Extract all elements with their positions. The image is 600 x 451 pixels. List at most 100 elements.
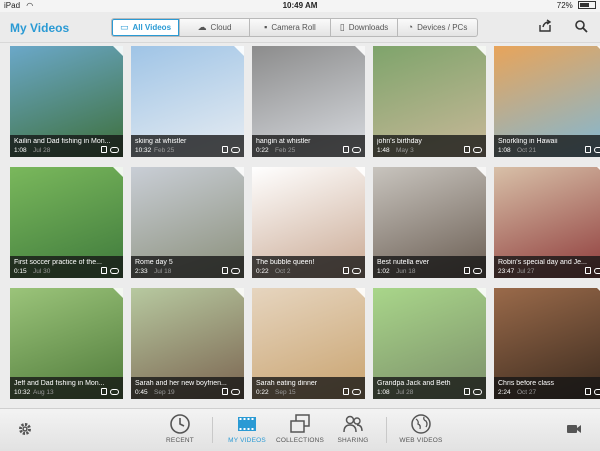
- video-tile[interactable]: Snorkling in Hawaii 1:08 Oct 21: [494, 46, 600, 157]
- nav-my-videos[interactable]: MY VIDEOS: [219, 413, 275, 449]
- video-duration: 23:47: [498, 268, 515, 275]
- tab-label: Devices / PCs: [417, 23, 468, 32]
- video-duration: 10:32: [135, 147, 152, 154]
- corner-fold-icon: [113, 288, 123, 298]
- nav-label: MY VIDEOS: [228, 437, 266, 444]
- video-status-icons: [343, 146, 361, 153]
- video-caption: hangin at whistler 0:22 Feb 25: [252, 135, 365, 157]
- video-duration: 0:45: [135, 389, 148, 396]
- video-date: Jul 27: [517, 268, 535, 275]
- device-icon: [222, 146, 228, 153]
- gear-icon[interactable]: [17, 421, 33, 437]
- cloud-icon: [352, 389, 361, 395]
- device-icon: [585, 267, 591, 274]
- device-icon: [464, 388, 470, 395]
- video-tile[interactable]: Sarah eating dinner 0:22 Sep 15: [252, 288, 365, 399]
- corner-fold-icon: [355, 167, 365, 177]
- sharing-icon: [343, 415, 363, 433]
- page-title: My Videos: [10, 21, 70, 35]
- cloud-icon: [473, 268, 482, 274]
- video-title: The bubble queen!: [256, 259, 315, 266]
- nav-collections[interactable]: COLLECTIONS: [272, 413, 328, 449]
- video-status-icons: [222, 388, 240, 395]
- video-duration: 0:15: [14, 268, 27, 275]
- video-tile[interactable]: Rome day 5 2:33 Jul 18: [131, 167, 244, 278]
- device-icon: [464, 146, 470, 153]
- video-caption: The bubble queen! 0:22 Oct 2: [252, 256, 365, 278]
- tab-label: Camera Roll: [271, 23, 316, 32]
- video-caption: skiing at whistler 10:32 Feb 25: [131, 135, 244, 157]
- search-icon[interactable]: [574, 19, 588, 33]
- video-date: Jul 28: [396, 389, 414, 396]
- video-tile[interactable]: Grandpa Jack and Beth 1:08 Jul 28: [373, 288, 486, 399]
- tab-label: All Videos: [132, 23, 172, 32]
- video-tile[interactable]: Jeff and Dad fishing in Mon... 10:32 Aug 1…: [10, 288, 123, 399]
- video-status-icons: [464, 146, 482, 153]
- video-title: Sarah and her new boyfrien...: [135, 380, 227, 387]
- cloud-icon: [110, 147, 119, 153]
- video-caption: Chris before class 2:24 Oct 27: [494, 377, 600, 399]
- corner-fold-icon: [113, 167, 123, 177]
- video-tile[interactable]: Sarah and her new boyfrien... 0:45 Sep 19: [131, 288, 244, 399]
- video-caption: Best nutella ever 1:02 Jun 18: [373, 256, 486, 278]
- video-title: Best nutella ever: [377, 259, 430, 266]
- tab-devices-pcs[interactable]: ◔ Devices / PCs: [398, 18, 478, 37]
- video-status-icons: [343, 267, 361, 274]
- video-date: Oct 21: [517, 147, 537, 154]
- video-tile[interactable]: The bubble queen! 0:22 Oct 2: [252, 167, 365, 278]
- cloud-icon: [352, 268, 361, 274]
- video-tile[interactable]: skiing at whistler 10:32 Feb 25: [131, 46, 244, 157]
- cloud-icon: [473, 147, 482, 153]
- tab-camera-roll[interactable]: ▪ Camera Roll: [250, 18, 331, 37]
- video-title: First soccer practice of the...: [14, 259, 102, 266]
- video-title: hangin at whistler: [256, 138, 311, 145]
- tab-cloud[interactable]: ☁ Cloud: [180, 18, 250, 37]
- video-duration: 2:33: [135, 268, 148, 275]
- video-tile[interactable]: First soccer practice of the... 0:15 Jul 3…: [10, 167, 123, 278]
- bottom-nav-bar: RECENT MY VIDEOS COLLECTIONS SHARING WEB…: [0, 408, 600, 451]
- device-icon: [222, 267, 228, 274]
- corner-fold-icon: [234, 167, 244, 177]
- nav-label: RECENT: [166, 437, 194, 444]
- video-camera-icon[interactable]: [566, 423, 582, 435]
- video-title: Robin's special day and Je...: [498, 259, 587, 266]
- video-tile[interactable]: Robin's special day and Je... 23:47 Jul 27: [494, 167, 600, 278]
- video-title: Chris before class: [498, 380, 555, 387]
- video-status-icons: [464, 388, 482, 395]
- globe-icon: [411, 414, 431, 434]
- video-tile[interactable]: Kailin and Dad fishing in Mon... 1:08 Jul …: [10, 46, 123, 157]
- video-duration: 0:22: [256, 268, 269, 275]
- tab-downloads[interactable]: ▯ Downloads: [331, 18, 398, 37]
- corner-fold-icon: [234, 46, 244, 56]
- cloud-icon: [473, 389, 482, 395]
- video-title: Jeff and Dad fishing in Mon...: [14, 380, 105, 387]
- corner-fold-icon: [476, 288, 486, 298]
- nav-web-videos[interactable]: WEB VIDEOS: [393, 413, 449, 449]
- tab-label: Downloads: [348, 23, 389, 32]
- device-icon: [464, 267, 470, 274]
- video-tile[interactable]: hangin at whistler 0:22 Feb 25: [252, 46, 365, 157]
- nav-divider: [212, 417, 213, 443]
- status-right: 72%: [557, 1, 596, 10]
- device-icon: [585, 146, 591, 153]
- cloud-icon: [110, 389, 119, 395]
- nav-recent[interactable]: RECENT: [152, 413, 208, 449]
- nav-label: WEB VIDEOS: [399, 437, 443, 444]
- video-caption: Robin's special day and Je... 23:47 Jul 27: [494, 256, 600, 278]
- nav-sharing[interactable]: SHARING: [325, 413, 381, 449]
- share-icon[interactable]: [538, 19, 552, 33]
- video-date: Oct 27: [517, 389, 537, 396]
- tab-all-videos[interactable]: ▭ All Videos: [111, 18, 180, 37]
- download-icon: ▯: [339, 22, 345, 32]
- video-duration: 1:08: [377, 389, 390, 396]
- video-duration: 1:02: [377, 268, 390, 275]
- video-duration: 10:32: [14, 389, 31, 396]
- video-title: Sarah eating dinner: [256, 380, 318, 387]
- nav-label: SHARING: [337, 437, 369, 444]
- video-status-icons: [585, 267, 600, 274]
- tab-label: Cloud: [210, 23, 232, 32]
- video-tile[interactable]: john's birthday 1:48 May 3: [373, 46, 486, 157]
- video-tile[interactable]: Chris before class 2:24 Oct 27: [494, 288, 600, 399]
- video-tile[interactable]: Best nutella ever 1:02 Jun 18: [373, 167, 486, 278]
- device-icon: [222, 388, 228, 395]
